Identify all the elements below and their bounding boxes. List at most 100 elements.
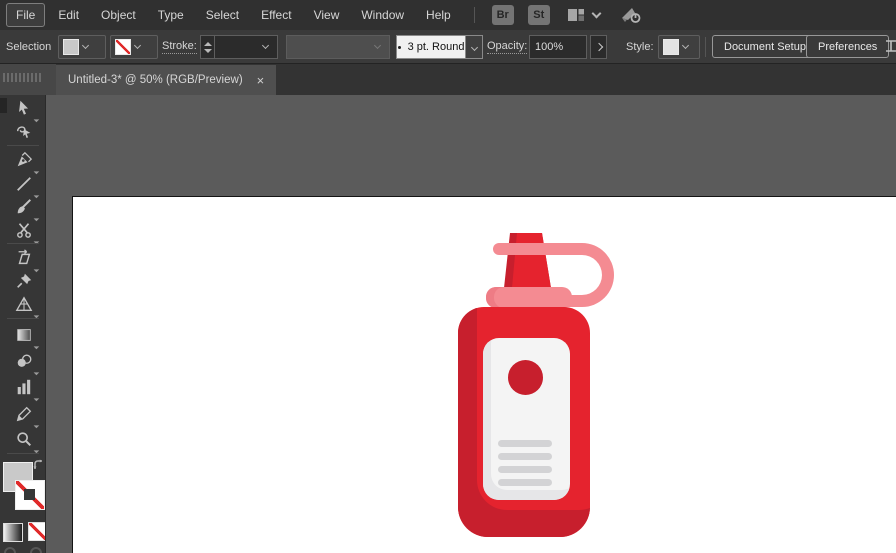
- toolbar-separator: [7, 453, 39, 454]
- tab-close-button[interactable]: ×: [257, 74, 265, 87]
- menu-window[interactable]: Window: [352, 4, 413, 26]
- toolbar-grip-handle[interactable]: [3, 73, 41, 82]
- stroke-color-dropdown[interactable]: [110, 35, 158, 59]
- brush-chevron-down-icon: [470, 43, 477, 50]
- column-graph-tool-icon: [15, 378, 33, 396]
- column-graph-tool[interactable]: [13, 377, 35, 397]
- direct-selection-tool-icon: [15, 123, 33, 141]
- docked-panel-icon[interactable]: [884, 38, 896, 54]
- perspective-grid-tool-icon: [15, 295, 33, 313]
- opacity-value: 100%: [535, 41, 563, 53]
- gradient-tool[interactable]: [13, 325, 35, 345]
- gradient-fill-button[interactable]: [3, 523, 23, 542]
- zoom-tool-icon: [15, 430, 33, 448]
- variable-width-chevron-icon: [374, 42, 381, 49]
- context-label: Selection: [6, 40, 51, 54]
- line-segment-tool[interactable]: [13, 174, 35, 194]
- ketchup-bottle-artwork[interactable]: [450, 230, 620, 537]
- stroke-chevron-down-icon: [134, 42, 141, 49]
- line-tool-icon: [15, 175, 33, 193]
- style-chevron-down-icon: [682, 42, 689, 49]
- stroke-none-swatch: [115, 39, 131, 55]
- menubar-separator: [474, 7, 475, 23]
- gpu-performance-icon[interactable]: [620, 6, 642, 24]
- label-text-line: [498, 453, 552, 460]
- swap-fill-stroke-icon[interactable]: [33, 458, 45, 476]
- pencil-tool-icon: [15, 405, 33, 423]
- toolbar-separator: [7, 243, 39, 244]
- menu-object[interactable]: Object: [92, 4, 145, 26]
- menu-view[interactable]: View: [305, 4, 349, 26]
- shape-builder-tool[interactable]: [13, 351, 35, 371]
- brush-definition-value: 3 pt. Round: [408, 41, 465, 53]
- stroke-label[interactable]: Stroke:: [162, 40, 197, 54]
- stroke-width-stepper[interactable]: [200, 35, 215, 59]
- stroke-width-dropdown[interactable]: [214, 35, 278, 59]
- paintbrush-tool-icon: [15, 198, 33, 216]
- opacity-expand-button[interactable]: [590, 35, 607, 59]
- pen-tool[interactable]: [13, 150, 35, 170]
- free-transform-tool[interactable]: [13, 248, 35, 268]
- chevron-right-icon: [594, 43, 602, 51]
- fill-swatch: [63, 39, 79, 55]
- toolbar-separator: [7, 318, 39, 319]
- menu-effect[interactable]: Effect: [252, 4, 300, 26]
- opacity-input[interactable]: 100%: [529, 35, 587, 59]
- preferences-button[interactable]: Preferences: [806, 35, 889, 58]
- draw-mode-button[interactable]: [30, 547, 42, 553]
- menu-bar: File Edit Object Type Select Effect View…: [0, 0, 896, 30]
- illustrator-window: File Edit Object Type Select Effect View…: [0, 0, 896, 553]
- none-fill-button[interactable]: [28, 522, 46, 541]
- stroke-width-chevron-icon: [262, 42, 269, 49]
- pencil-tool[interactable]: [13, 404, 35, 424]
- brush-dot-icon: [398, 46, 401, 49]
- bridge-button[interactable]: Br: [492, 5, 514, 25]
- document-tab-title: Untitled-3* @ 50% (RGB/Preview): [68, 74, 243, 86]
- tools-panel: [0, 95, 46, 553]
- label-circle: [508, 360, 543, 395]
- menu-edit[interactable]: Edit: [49, 4, 88, 26]
- pin-tool[interactable]: [13, 271, 35, 291]
- pen-tool-icon: [15, 151, 33, 169]
- fill-color-dropdown[interactable]: [58, 35, 106, 59]
- opacity-label[interactable]: Opacity:: [487, 40, 527, 54]
- direct-selection-tool[interactable]: [13, 122, 35, 142]
- menu-select[interactable]: Select: [197, 4, 248, 26]
- graphic-style-dropdown[interactable]: [658, 35, 700, 59]
- style-label: Style:: [626, 40, 654, 54]
- controlbar-separator: [705, 37, 706, 57]
- draw-mode-button[interactable]: [4, 547, 16, 553]
- bottle-cap-collar: [486, 287, 572, 308]
- scissors-tool[interactable]: [13, 220, 35, 240]
- menu-help[interactable]: Help: [417, 4, 460, 26]
- workspace-switcher-icon[interactable]: [567, 8, 585, 22]
- perspective-grid-tool[interactable]: [13, 294, 35, 314]
- shape-builder-tool-icon: [15, 352, 33, 370]
- menu-type[interactable]: Type: [149, 4, 193, 26]
- fill-chevron-down-icon: [82, 42, 89, 49]
- menu-file[interactable]: File: [6, 3, 45, 27]
- toolbar-dock-zone: [0, 64, 56, 95]
- gradient-tool-icon: [15, 326, 33, 344]
- stepper-down-icon[interactable]: [204, 49, 212, 53]
- style-swatch: [663, 39, 679, 55]
- brush-definition-field[interactable]: 3 pt. Round: [396, 35, 466, 59]
- selection-tool-icon: [15, 99, 33, 117]
- document-tab[interactable]: Untitled-3* @ 50% (RGB/Preview) ×: [56, 65, 276, 95]
- brush-definition-chevron-button[interactable]: [466, 35, 483, 59]
- stepper-up-icon[interactable]: [204, 42, 212, 46]
- pushpin-tool-icon: [15, 272, 33, 290]
- zoom-tool[interactable]: [13, 429, 35, 449]
- paintbrush-tool[interactable]: [13, 197, 35, 217]
- toolbar-separator: [7, 145, 39, 146]
- brush-definition-combo[interactable]: 3 pt. Round: [396, 35, 483, 59]
- stroke-color-control[interactable]: [15, 480, 45, 510]
- selection-tool[interactable]: [13, 98, 35, 118]
- stock-button[interactable]: St: [528, 5, 550, 25]
- workspace-chevron-down-icon[interactable]: [591, 9, 601, 19]
- label-text-line: [498, 479, 552, 486]
- control-bar: Selection Stroke: 3 pt. Round: [0, 30, 896, 64]
- document-setup-button[interactable]: Document Setup: [712, 35, 818, 58]
- document-tab-bar: Untitled-3* @ 50% (RGB/Preview) ×: [0, 64, 896, 95]
- free-transform-tool-icon: [15, 249, 33, 267]
